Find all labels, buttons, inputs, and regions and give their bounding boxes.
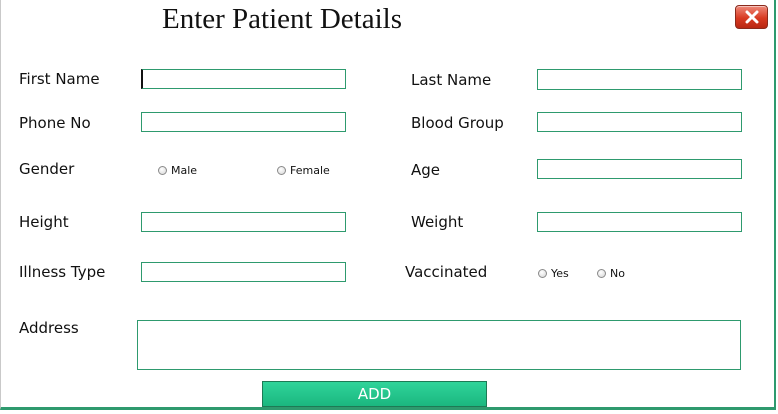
vaccinated-label: Vaccinated [405,263,488,281]
address-field[interactable] [137,320,741,370]
radio-dot [277,166,286,175]
phone-no-field[interactable] [141,112,346,132]
last-name-field[interactable] [537,69,742,90]
illness-type-field[interactable] [141,262,346,282]
radio-dot [597,269,606,278]
last-name-label: Last Name [411,71,492,89]
add-button[interactable]: ADD [262,381,487,407]
dialog-title: Enter Patient Details [162,3,402,35]
vaccinated-no-label: No [610,267,625,280]
weight-field[interactable] [537,212,742,232]
gender-female-label: Female [290,164,330,177]
first-name-label: First Name [19,70,100,88]
close-button[interactable] [735,5,768,29]
phone-no-label: Phone No [19,114,91,132]
height-label: Height [19,213,69,231]
gender-male-label: Male [171,164,198,177]
first-name-field[interactable] [141,69,346,89]
weight-label: Weight [411,213,464,231]
vaccinated-yes-radio[interactable]: Yes [538,267,569,280]
age-field[interactable] [537,159,742,179]
gender-female-radio[interactable]: Female [277,164,330,177]
blood-group-label: Blood Group [411,114,504,132]
height-field[interactable] [141,212,346,232]
address-label: Address [19,319,79,337]
blood-group-field[interactable] [537,112,742,132]
close-icon [745,10,758,24]
illness-type-label: Illness Type [19,263,106,281]
vaccinated-yes-label: Yes [551,267,569,280]
gender-label: Gender [19,160,75,178]
gender-male-radio[interactable]: Male [158,164,197,177]
age-label: Age [411,161,441,179]
radio-dot [158,166,167,175]
radio-dot [538,269,547,278]
vaccinated-no-radio[interactable]: No [597,267,625,280]
